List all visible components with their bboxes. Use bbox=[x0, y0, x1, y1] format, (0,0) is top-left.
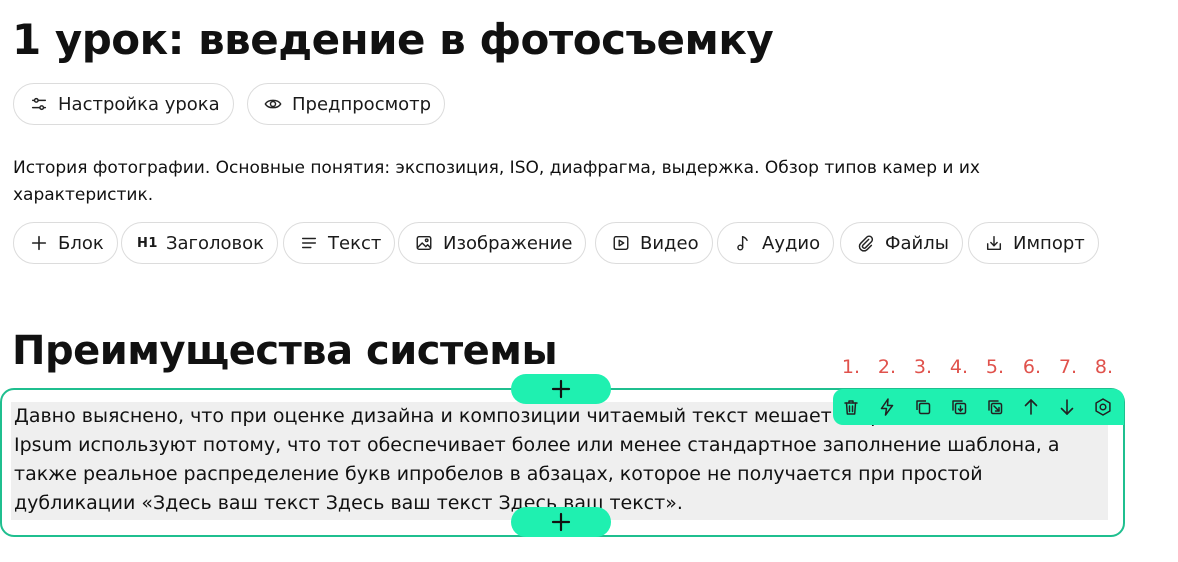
move-icon bbox=[988, 400, 1003, 415]
import-label: Импорт bbox=[1013, 232, 1085, 254]
h1-icon: H1 bbox=[137, 235, 158, 251]
video-icon bbox=[611, 233, 631, 253]
image-icon bbox=[414, 233, 434, 253]
add-text-button[interactable]: Текст bbox=[283, 222, 396, 264]
trash-icon bbox=[844, 400, 858, 415]
section-heading[interactable]: Преимущества системы bbox=[12, 326, 558, 376]
add-block-above-button[interactable] bbox=[511, 374, 611, 404]
add-heading-button[interactable]: H1 Заголовок bbox=[121, 222, 278, 264]
copy-icon bbox=[916, 400, 931, 415]
add-audio-button[interactable]: Аудио bbox=[717, 222, 835, 264]
add-image-button[interactable]: Изображение bbox=[398, 222, 587, 264]
arrow-up-icon bbox=[1024, 399, 1038, 415]
tool-number: 1. bbox=[841, 356, 861, 378]
add-files-label: Файлы bbox=[885, 232, 949, 254]
page-title: 1 урок: введение в фотосъемку bbox=[12, 15, 774, 64]
ai-action-button[interactable] bbox=[869, 389, 905, 425]
settings-icon bbox=[1095, 398, 1111, 416]
add-video-label: Видео bbox=[640, 232, 699, 254]
plus-icon bbox=[551, 512, 571, 532]
add-block-below-button[interactable] bbox=[511, 507, 611, 537]
duplicate-icon bbox=[952, 400, 967, 415]
tool-number: 7. bbox=[1058, 356, 1078, 378]
preview-label: Предпросмотр bbox=[292, 93, 432, 115]
import-icon bbox=[984, 233, 1004, 253]
eye-icon bbox=[263, 94, 283, 114]
block-settings-button[interactable] bbox=[1085, 389, 1121, 425]
move-down-button[interactable] bbox=[1049, 389, 1085, 425]
add-text-label: Текст bbox=[328, 232, 382, 254]
sliders-icon bbox=[29, 94, 49, 114]
paperclip-icon bbox=[856, 233, 876, 253]
move-up-button[interactable] bbox=[1013, 389, 1049, 425]
import-button[interactable]: Импорт bbox=[968, 222, 1099, 264]
copy-block-button[interactable] bbox=[905, 389, 941, 425]
add-heading-label: Заголовок bbox=[165, 232, 264, 254]
add-audio-label: Аудио bbox=[762, 232, 821, 254]
add-block-label: Блок bbox=[58, 232, 104, 254]
block-toolbar bbox=[833, 389, 1124, 425]
move-block-button[interactable] bbox=[977, 389, 1013, 425]
lesson-settings-button[interactable]: Настройка урока bbox=[13, 83, 234, 125]
lesson-description: История фотографии. Основные понятия: эк… bbox=[13, 158, 980, 205]
tool-number: 3. bbox=[913, 356, 933, 378]
tool-number: 4. bbox=[949, 356, 969, 378]
music-note-icon bbox=[733, 233, 753, 253]
lines-icon bbox=[299, 233, 319, 253]
plus-icon bbox=[551, 379, 571, 399]
lightning-icon bbox=[880, 398, 894, 416]
tool-number: 2. bbox=[877, 356, 897, 378]
tool-number: 5. bbox=[985, 356, 1005, 378]
add-files-button[interactable]: Файлы bbox=[840, 222, 963, 264]
plus-icon bbox=[29, 233, 49, 253]
preview-button[interactable]: Предпросмотр bbox=[247, 83, 446, 125]
duplicate-block-button[interactable] bbox=[941, 389, 977, 425]
arrow-down-icon bbox=[1060, 399, 1074, 415]
tool-number: 8. bbox=[1094, 356, 1114, 378]
tool-number: 6. bbox=[1022, 356, 1042, 378]
delete-block-button[interactable] bbox=[833, 389, 869, 425]
add-block-button[interactable]: Блок bbox=[13, 222, 118, 264]
lesson-settings-label: Настройка урока bbox=[58, 93, 220, 115]
add-video-button[interactable]: Видео bbox=[595, 222, 713, 264]
add-image-label: Изображение bbox=[443, 232, 573, 254]
